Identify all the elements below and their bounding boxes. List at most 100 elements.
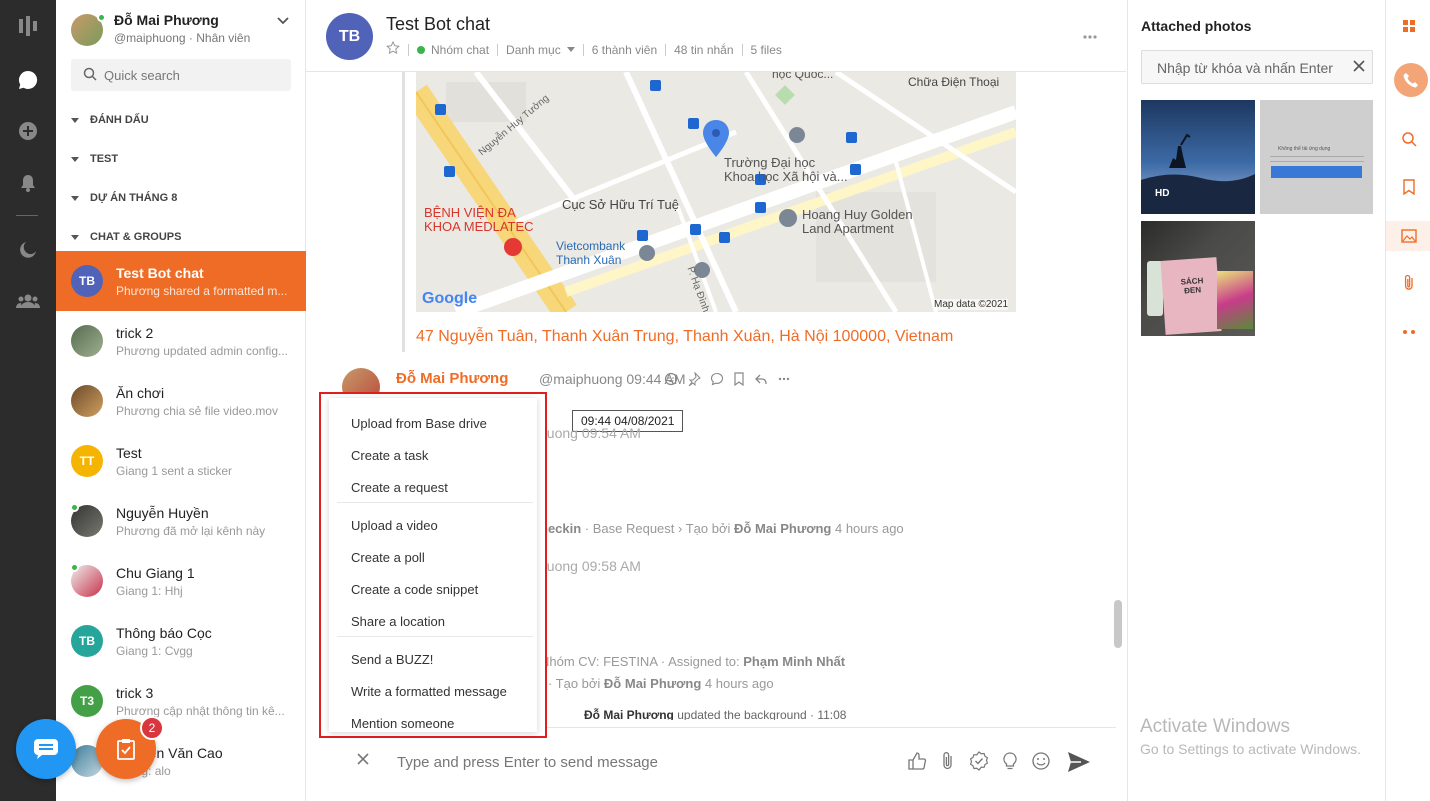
menu-item-code-snippet[interactable]: Create a code snippet bbox=[351, 582, 478, 597]
reply-icon[interactable] bbox=[754, 372, 768, 389]
attachment-icon[interactable] bbox=[1397, 271, 1421, 295]
location-map[interactable]: học Quốc... Chữa Điện Thoại Nguyễn Huy T… bbox=[416, 72, 1016, 312]
faded-created-line: ‹ · Tạo bởi Đỗ Mai Phương 4 hours ago bbox=[540, 676, 774, 691]
image-icon[interactable] bbox=[1386, 221, 1430, 251]
message-input[interactable]: Type and press Enter to send message bbox=[397, 754, 658, 771]
system-author: Đỗ Mai Phương bbox=[584, 708, 674, 720]
user-handle: @maiphuong · Nhân viên bbox=[114, 31, 251, 45]
caret-down-icon[interactable] bbox=[566, 47, 575, 52]
thumbs-up-icon[interactable] bbox=[906, 750, 928, 775]
conversation-item[interactable]: Nguyễn Huyền Phương đã mở lại kênh này bbox=[56, 491, 306, 551]
conversation-item[interactable]: Nguyễn Văn Cao Giang: alo bbox=[56, 731, 306, 791]
chat-avatar[interactable]: TB bbox=[326, 13, 373, 60]
conversation-title: Test bbox=[116, 445, 142, 461]
checklist-icon[interactable] bbox=[968, 750, 990, 775]
menu-item-create-poll[interactable]: Create a poll bbox=[351, 550, 425, 565]
chevron-down-icon[interactable] bbox=[276, 14, 290, 31]
notification-badge: 2 bbox=[140, 716, 164, 740]
faded-text: Đỗ Mai Phương bbox=[734, 521, 832, 536]
menu-item-create-request[interactable]: Create a request bbox=[351, 480, 448, 495]
section-project[interactable]: DỰ ÁN THÁNG 8 bbox=[71, 190, 177, 206]
conversation-item[interactable]: TB Thông báo Cọc Giang 1: Cvgg bbox=[56, 611, 306, 671]
conversation-title: Test Bot chat bbox=[116, 265, 204, 281]
chat-icon[interactable] bbox=[14, 66, 42, 94]
photo-book-title: SÁCH ĐEN bbox=[1180, 276, 1204, 296]
emoji-icon[interactable] bbox=[1030, 750, 1052, 775]
map-label: học Quốc... bbox=[772, 72, 834, 81]
send-icon[interactable] bbox=[1066, 750, 1092, 777]
close-icon[interactable] bbox=[356, 752, 370, 769]
photo-search-placeholder: Nhập từ khóa và nhấn Enter bbox=[1157, 60, 1333, 76]
photo-search-input[interactable]: Nhập từ khóa và nhấn Enter bbox=[1141, 50, 1373, 84]
conversation-item[interactable]: Chu Giang 1 Giang 1: Hhj bbox=[56, 551, 306, 611]
sidebar: Đỗ Mai Phương @maiphuong · Nhân viên Qui… bbox=[56, 0, 306, 801]
hd-badge: HD bbox=[1155, 188, 1170, 199]
faded-request-line: heckin · Base Request › Tạo bởi Đỗ Mai P… bbox=[540, 521, 904, 536]
map-label: BỆNH VIỆN ĐA KHOA MEDLATEC bbox=[424, 205, 534, 234]
more-options-icon[interactable] bbox=[777, 372, 791, 389]
emoji-icon[interactable] bbox=[664, 372, 678, 389]
photo-thumbnail[interactable]: HD bbox=[1141, 100, 1255, 214]
menu-item-mention[interactable]: Mention someone bbox=[351, 716, 454, 731]
conversation-item[interactable]: TB Test Bot chat Phương shared a formatt… bbox=[56, 251, 306, 311]
user-profile[interactable]: Đỗ Mai Phương @maiphuong · Nhân viên bbox=[56, 0, 306, 50]
photo-thumbnail[interactable]: Không thể tải ứng dụng bbox=[1260, 100, 1373, 214]
chat-support-button[interactable] bbox=[16, 719, 76, 779]
attached-photos-panel: Attached photos Nhập từ khóa và nhấn Ent… bbox=[1127, 0, 1385, 801]
windows-watermark-sub: Go to Settings to activate Windows. bbox=[1140, 741, 1361, 757]
star-icon[interactable] bbox=[386, 40, 400, 58]
map-label: Trường Đại học Khoa học Xã hội và... bbox=[724, 155, 848, 184]
quick-search-input[interactable]: Quick search bbox=[71, 59, 291, 91]
menu-item-formatted-message[interactable]: Write a formatted message bbox=[351, 684, 507, 699]
close-icon[interactable] bbox=[1352, 59, 1366, 76]
section-test[interactable]: TEST bbox=[71, 151, 118, 167]
file-count[interactable]: 5 files bbox=[751, 43, 782, 57]
moon-icon[interactable] bbox=[14, 235, 42, 263]
location-address[interactable]: 47 Nguyễn Tuân, Thanh Xuân Trung, Thanh … bbox=[416, 328, 953, 346]
map-label: Hoang Huy Golden Land Apartment bbox=[802, 207, 913, 236]
menu-item-upload-drive[interactable]: Upload from Base drive bbox=[351, 416, 487, 431]
faded-text: Nhóm CV: FESTINA · Assigned to: bbox=[540, 654, 744, 669]
photo-caption: Không thể tải ứng dụng bbox=[1278, 146, 1331, 152]
grid-icon[interactable] bbox=[1397, 14, 1421, 38]
photo-thumbnail[interactable]: SÁCH ĐEN bbox=[1141, 221, 1255, 336]
conversation-item[interactable]: Ăn chơi Phương chia sẻ file video.mov bbox=[56, 371, 306, 431]
conversation-preview: Giang 1 sent a sticker bbox=[116, 464, 233, 478]
more-options-icon[interactable] bbox=[1082, 28, 1098, 43]
category-dropdown[interactable]: Danh mục bbox=[506, 43, 561, 57]
conversation-title: Ăn chơi bbox=[116, 385, 165, 401]
avatar: TT bbox=[71, 445, 103, 477]
phone-icon[interactable] bbox=[1394, 63, 1428, 97]
bell-icon[interactable] bbox=[14, 169, 42, 197]
search-icon[interactable] bbox=[1397, 127, 1421, 151]
menu-item-create-task[interactable]: Create a task bbox=[351, 448, 428, 463]
lightbulb-icon[interactable] bbox=[999, 750, 1021, 775]
conversation-item[interactable]: trick 2 Phương updated admin config... bbox=[56, 311, 306, 371]
people-icon[interactable] bbox=[14, 287, 42, 315]
conversation-item[interactable]: T3 trick 3 Phương cập nhật thông tin kê.… bbox=[56, 671, 306, 731]
menu-item-send-buzz[interactable]: Send a BUZZ! bbox=[351, 652, 433, 667]
online-status-dot bbox=[97, 13, 106, 22]
base-logo-icon[interactable] bbox=[14, 12, 42, 40]
section-bookmark[interactable]: ĐÁNH DẤU bbox=[71, 112, 149, 128]
member-count[interactable]: 6 thành viên bbox=[592, 43, 657, 57]
message-author[interactable]: Đỗ Mai Phương bbox=[396, 370, 508, 387]
caret-down-icon bbox=[71, 195, 79, 201]
more-options-icon[interactable] bbox=[1397, 320, 1421, 344]
conversation-title: Chu Giang 1 bbox=[116, 565, 195, 581]
avatar: TB bbox=[71, 265, 103, 297]
caret-down-icon bbox=[71, 156, 79, 162]
conversation-preview: Phương updated admin config... bbox=[116, 344, 289, 358]
pin-icon[interactable] bbox=[687, 371, 701, 389]
attachment-icon[interactable] bbox=[937, 750, 959, 775]
add-icon[interactable] bbox=[14, 117, 42, 145]
conversation-item[interactable]: TT Test Giang 1 sent a sticker bbox=[56, 431, 306, 491]
bookmark-icon[interactable] bbox=[1397, 175, 1421, 199]
app-rail bbox=[0, 0, 56, 801]
comment-icon[interactable] bbox=[710, 372, 724, 389]
scrollbar[interactable] bbox=[1114, 600, 1122, 648]
bookmark-icon[interactable] bbox=[733, 372, 745, 389]
section-chat-groups[interactable]: CHAT & GROUPS bbox=[71, 229, 181, 245]
menu-item-upload-video[interactable]: Upload a video bbox=[351, 518, 438, 533]
menu-item-share-location[interactable]: Share a location bbox=[351, 614, 445, 629]
